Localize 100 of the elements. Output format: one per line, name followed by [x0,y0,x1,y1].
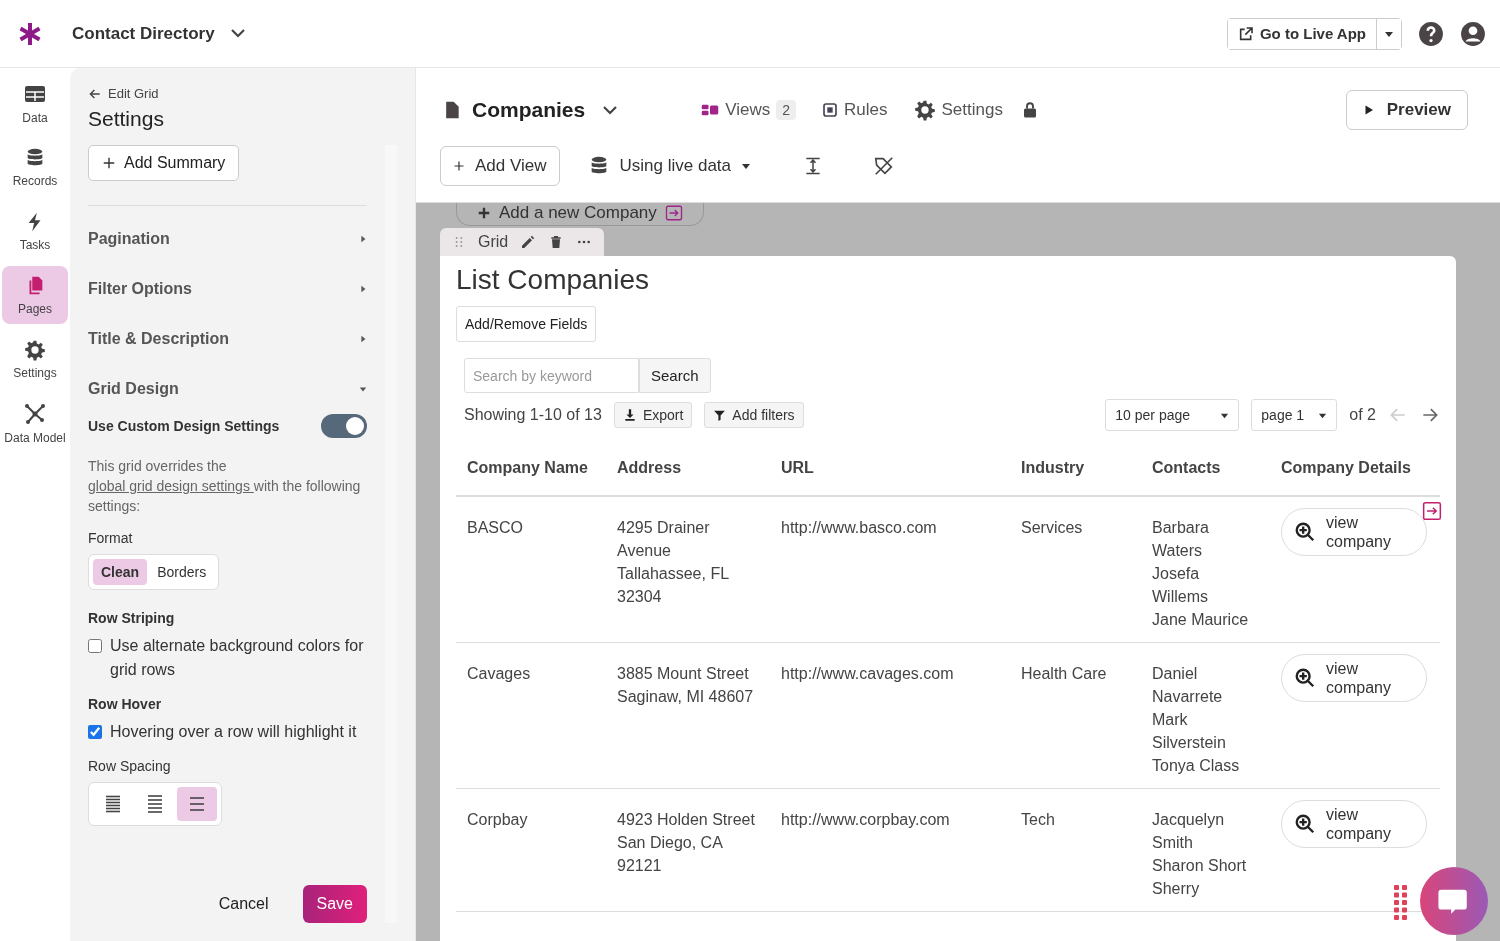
plus-icon [477,206,491,220]
arrow-box-icon[interactable] [1422,501,1442,521]
export-button[interactable]: Export [613,402,693,428]
app-menu-button[interactable] [230,29,245,38]
panel-title: Settings [88,107,165,131]
table-cell: Daniel Navarrete Mark Silverstein Tonya Class [1141,642,1270,789]
download-icon [622,408,637,422]
add-filters-button[interactable]: Add filters [704,402,804,428]
caret-icon [359,335,367,343]
search-field[interactable]: Search by keyword [464,358,639,393]
spacing-label: Row Spacing [88,758,172,774]
settings-link[interactable]: global grid design settings [88,478,254,494]
save-button[interactable]: Save [302,885,367,923]
table-cell: Corpbay [456,788,606,912]
pencil-icon [520,234,537,250]
preview-button[interactable]: Preview [1345,90,1468,130]
add-record-button[interactable]: Add a new Company [456,203,704,226]
live-app-button[interactable]: Go to Live App [1227,18,1377,49]
page-select[interactable]: page 1 [1251,399,1338,431]
view-company-button[interactable]: view company [1281,654,1427,702]
page-count: of 2 [1349,406,1376,424]
setting-label: Use Custom Design Settings [88,418,280,434]
zoom-in-icon [1294,521,1316,543]
cancel-button[interactable]: Cancel [212,894,275,914]
page-tab[interactable]: Views 2 [701,100,797,120]
plus-icon [453,160,465,172]
arrow-box-icon [664,204,683,222]
data-source-dropdown[interactable]: Using live data [581,154,758,178]
asterisk-logo [18,21,42,46]
table-cell: BASCO [456,496,606,643]
tag-off-icon [873,155,896,177]
caret-icon [359,385,367,393]
grid-title: List Companies [456,264,650,296]
page-title: Companies [472,98,586,122]
filter-icon [713,408,727,422]
caret-icon [741,161,752,171]
view-company-button[interactable]: view company [1281,800,1427,848]
checkbox-label: Use alternate background colors for grid rows [110,636,365,680]
spacing-option[interactable] [177,787,217,821]
nav-item[interactable]: Settings [2,330,68,388]
per-page-select[interactable]: 10 per page [1105,399,1240,431]
column-header: Company Name [456,449,606,496]
toggle-switch[interactable] [321,414,367,438]
caret-icon [359,235,367,243]
table-cell: Tech [1010,788,1141,912]
column-header: Contacts [1141,449,1270,496]
checkbox[interactable] [88,639,102,653]
count-badge: 2 [776,100,797,120]
section-header[interactable]: Pagination [88,214,367,264]
page-tab[interactable]: Rules [822,100,888,120]
help-button[interactable] [1418,20,1444,47]
column-header: Company Details [1270,449,1440,496]
table-cell: http://www.cavages.com [770,642,1010,789]
tag-off-button[interactable] [873,155,896,177]
table-cell: Health Care [1010,642,1141,789]
zoom-in-icon [1294,813,1316,835]
play-icon [1362,104,1375,116]
view-company-button[interactable]: view company [1281,508,1427,556]
table-cell: Jacquelyn Smith Sharon Short Sherry [1141,788,1270,912]
section-label: Row Hover [88,696,163,712]
account-button[interactable] [1460,20,1486,47]
caret-icon [359,285,367,293]
table-cell: http://www.corpbay.com [770,788,1010,912]
format-option[interactable]: Clean [93,559,148,585]
chevron-icon [603,105,618,115]
edit-button[interactable] [520,234,537,250]
add-view-button[interactable]: Add View [440,146,560,186]
external-link-icon [1237,25,1254,42]
table-cell: Services [1010,496,1141,643]
drag-handle-icon [1394,885,1408,921]
user-icon [1460,20,1486,47]
add-remove-fields-button[interactable]: Add/Remove Fields [456,306,597,342]
back-link[interactable]: Edit Grid [88,86,397,101]
checkbox-label: Hovering over a row will highlight it [110,722,357,742]
section-label: Row Striping [88,610,176,626]
element-label: Grid [478,233,509,251]
section-header[interactable]: Filter Options [88,264,367,314]
page-tab[interactable]: Settings [913,99,1003,121]
table-cell: 3885 Mount Street Saginaw, MI 48607 [606,642,770,789]
checkbox[interactable] [88,725,102,739]
results-summary: Showing 1-10 of 13 [464,406,602,424]
app-title: Contact Directory [72,23,215,44]
section-header[interactable]: Grid Design [88,364,367,414]
search-button[interactable]: Search [639,358,711,393]
nav-item[interactable]: Records [2,138,68,196]
page-menu-button[interactable] [603,105,618,115]
nav-item[interactable]: Pages [2,266,68,324]
description-text: This grid overrides the global grid design settings with the following settings: [88,457,362,516]
nav-item[interactable]: Data Model [2,394,68,452]
table-cell: http://www.basco.com [770,496,1010,643]
network-icon [23,401,47,426]
section-header[interactable]: Title & Description [88,314,367,364]
format-option[interactable]: Borders [149,559,215,585]
plus-icon [102,156,116,170]
table-cell: Cavages [456,642,606,789]
gear-icon [24,338,46,361]
table-cell: 4295 Drainer Avenue Tallahassee, FL 32304 [606,496,770,643]
add-summary-button[interactable]: Add Summary [88,145,240,181]
nav-item[interactable]: Data [2,74,68,132]
nav-item[interactable]: Tasks [2,202,68,260]
